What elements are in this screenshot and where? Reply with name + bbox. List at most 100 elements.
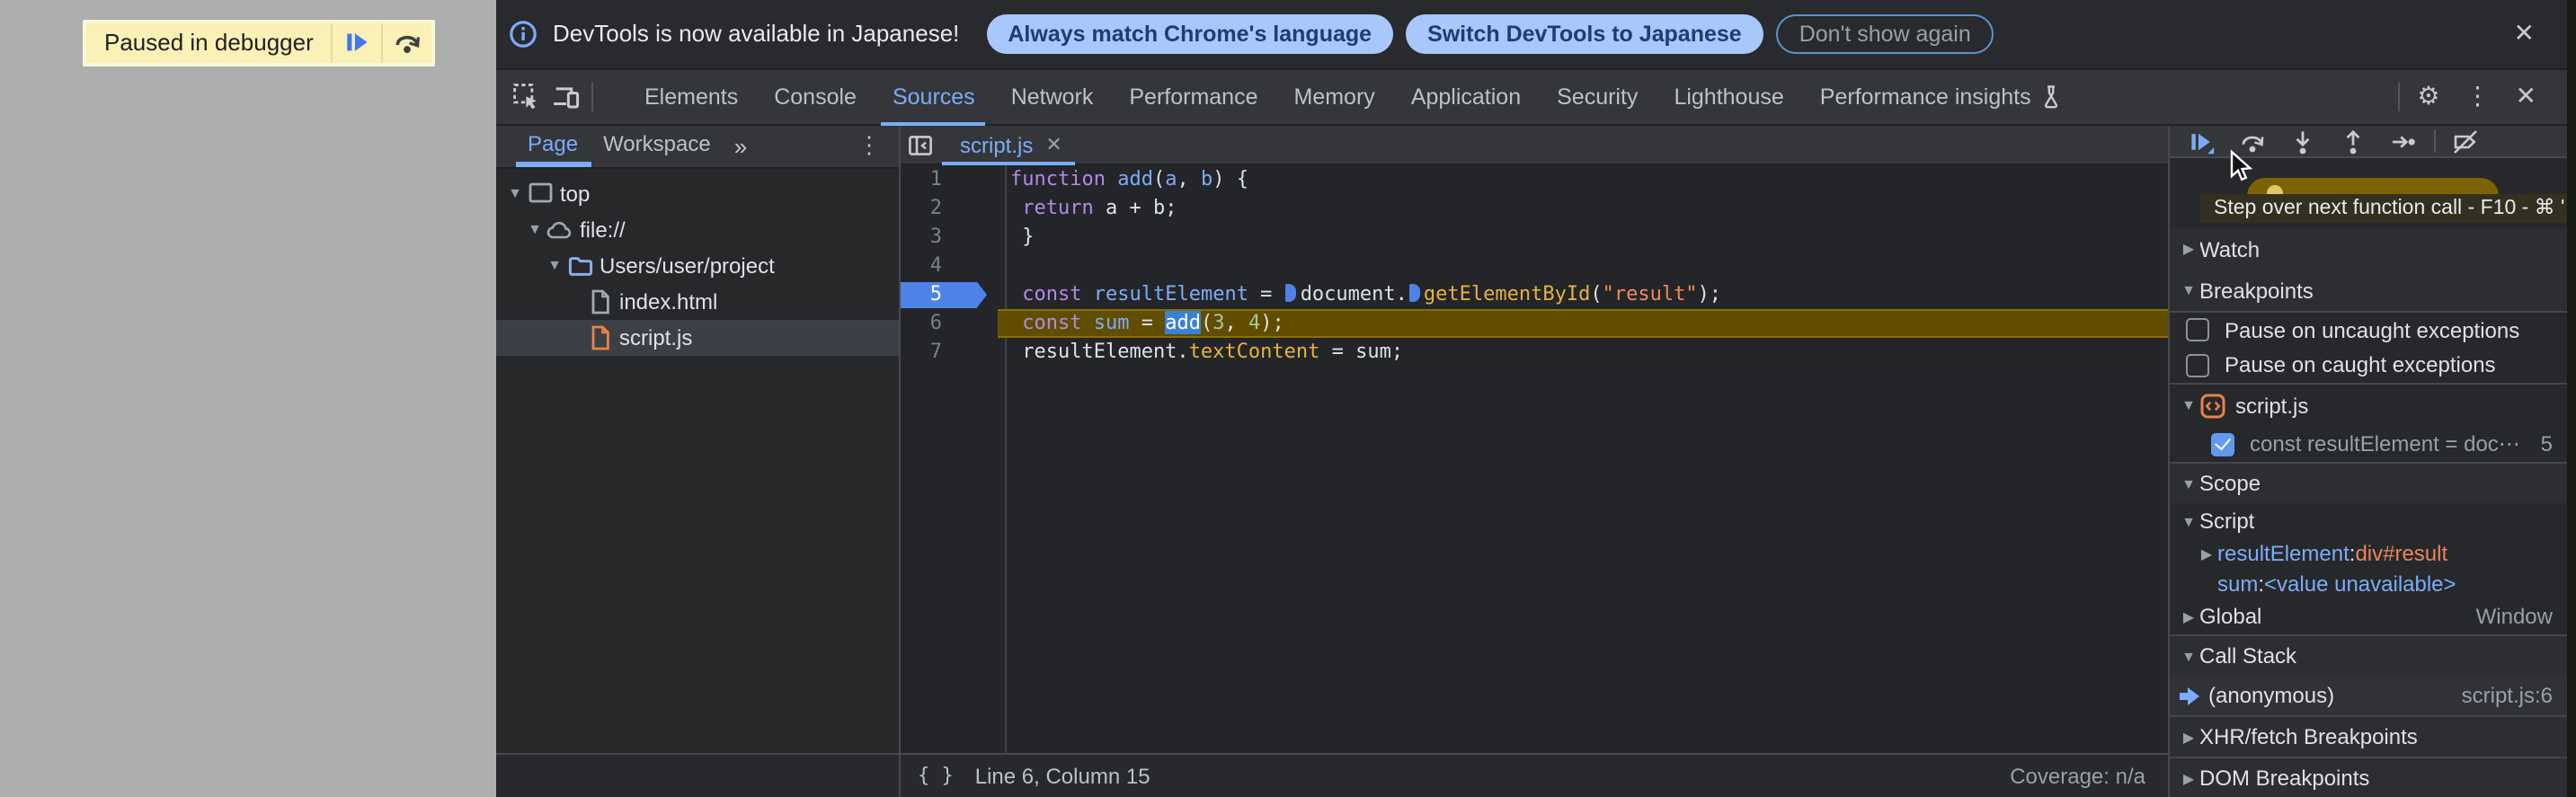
code-line-7[interactable]: 7 resultElement.textContent = sum;: [899, 338, 2167, 367]
disclosure-down-icon[interactable]: ▼: [2178, 397, 2199, 413]
step-into-button[interactable]: [2277, 125, 2327, 157]
pause-on-caught-exceptions-row[interactable]: Pause on caught exceptions: [2167, 347, 2567, 383]
code-line-6[interactable]: 6 const sum = add(3, 4);: [899, 309, 2167, 338]
always-match-language-button[interactable]: Always match Chrome's language: [986, 13, 1394, 54]
switch-devtools-japanese-button[interactable]: Switch DevTools to Japanese: [1406, 13, 1763, 54]
more-tabs-chevron-icon[interactable]: »: [724, 132, 758, 166]
tree-item-file-[interactable]: ▼ file://: [495, 211, 899, 247]
pretty-print-icon[interactable]: { }: [918, 765, 954, 788]
checkbox[interactable]: [2185, 318, 2208, 341]
dont-show-again-button[interactable]: Don't show again: [1775, 13, 1994, 54]
property-value: div#result: [2355, 541, 2448, 567]
tab-sources[interactable]: Sources: [875, 69, 993, 126]
xhr-fetch-breakpoints-row[interactable]: ▶ XHR/fetch Breakpoints: [2167, 715, 2567, 757]
tab-network[interactable]: Network: [993, 69, 1112, 126]
code-token: function: [1010, 167, 1106, 190]
tab-memory[interactable]: Memory: [1276, 69, 1393, 126]
tab-application[interactable]: Application: [1393, 69, 1539, 126]
code-token: add: [1165, 311, 1201, 334]
tree-item-index-html[interactable]: index.html: [495, 283, 899, 319]
tab-lighthouse[interactable]: Lighthouse: [1656, 69, 1801, 126]
watch-row[interactable]: ▶ Watch: [2167, 228, 2567, 270]
disclosure-right-icon[interactable]: ▶: [2178, 608, 2199, 624]
breakpoints-row[interactable]: ▼ Breakpoints: [2167, 270, 2567, 311]
line-number[interactable]: 2: [899, 194, 1005, 223]
script-row[interactable]: ▼ Script: [2167, 503, 2567, 539]
step-out-button[interactable]: [2327, 125, 2377, 157]
tab-workspace[interactable]: Workspace: [591, 123, 724, 166]
step-over-button[interactable]: [384, 23, 432, 62]
code-line-2[interactable]: 2 return a + b;: [899, 194, 2167, 223]
disclosure-down-icon[interactable]: ▼: [2178, 648, 2199, 664]
line-number[interactable]: 6: [899, 309, 1005, 338]
disclosure-down-icon[interactable]: ▼: [2178, 513, 2199, 529]
tab-page[interactable]: Page: [515, 123, 591, 166]
pane-divider[interactable]: [2167, 126, 2169, 797]
devtools-close-icon[interactable]: ✕: [2503, 78, 2549, 116]
expand-arrow-icon[interactable]: ▼: [526, 221, 544, 237]
deactivate-breakpoints-button[interactable]: [2440, 125, 2491, 157]
expand-arrow-icon[interactable]: ▼: [506, 185, 524, 201]
checkbox-label: Pause on uncaught exceptions: [2225, 317, 2520, 342]
coverage-label: Coverage: n/a: [2010, 763, 2145, 789]
tab-performance[interactable]: Performance: [1111, 69, 1275, 126]
code-line-1[interactable]: 1 function add(a, b) {: [899, 165, 2167, 194]
disclosure-right-icon[interactable]: ▶: [2178, 729, 2199, 745]
toggle-navigator-icon[interactable]: [899, 132, 942, 157]
resume-button[interactable]: [2176, 125, 2226, 157]
tab-performance-insights[interactable]: Performance insights: [1802, 69, 2080, 126]
disclosure-right-icon[interactable]: ▶: [2178, 241, 2199, 257]
resume-script-button[interactable]: [333, 23, 382, 62]
disclosure-right-icon[interactable]: ▶: [2178, 770, 2199, 786]
-anonymous--row[interactable]: (anonymous) script.js:6: [2167, 676, 2567, 715]
line-number[interactable]: 1: [899, 165, 1005, 194]
code-line-3[interactable]: 3 }: [899, 223, 2167, 252]
inspect-element-button[interactable]: [506, 79, 546, 115]
settings-gear-icon[interactable]: ⚙: [2404, 78, 2452, 116]
line-number[interactable]: 3: [899, 223, 1005, 252]
breakpoint-marker[interactable]: 5: [899, 280, 1005, 309]
sum-row[interactable]: sum: <value unavailable>: [2167, 569, 2567, 598]
editor-tabstrip: script.js ✕: [899, 126, 2167, 165]
line-number[interactable]: 7: [899, 338, 1005, 367]
tab-elements[interactable]: Elements: [626, 69, 756, 126]
code-editor[interactable]: 1 function add(a, b) {2 return a + b; 3 } 4…: [899, 165, 2167, 753]
resultelement-row[interactable]: ▶ resultElement: div#result: [2167, 539, 2567, 569]
inline-breakpoint-marker-icon[interactable]: [1285, 284, 1297, 302]
disclosure-down-icon[interactable]: ▼: [2178, 475, 2199, 491]
scope-row[interactable]: ▼ Scope: [2167, 462, 2567, 503]
tab-console[interactable]: Console: [756, 69, 875, 126]
editor-tab-close-icon[interactable]: ✕: [1045, 133, 1061, 156]
editor-tab-scriptjs[interactable]: script.js ✕: [942, 125, 1075, 164]
disclosure-right-icon[interactable]: ▶: [2196, 546, 2217, 562]
step-button[interactable]: [2377, 125, 2428, 157]
expand-arrow-icon[interactable]: ▼: [546, 257, 564, 273]
device-toolbar-button[interactable]: [546, 79, 585, 115]
tree-item-users-user-project[interactable]: ▼ Users/user/project: [495, 247, 899, 283]
inline-breakpoint-marker-icon[interactable]: [1408, 284, 1420, 302]
kebab-menu-icon[interactable]: ⋮: [2453, 78, 2503, 116]
code-token: ) {: [1212, 167, 1248, 190]
pause-on-uncaught-exceptions-row[interactable]: Pause on uncaught exceptions: [2167, 311, 2567, 347]
code-line-4[interactable]: 4: [899, 252, 2167, 280]
code-text: }: [1005, 223, 2167, 252]
disclosure-down-icon[interactable]: ▼: [2178, 282, 2199, 298]
checkbox[interactable]: [2185, 353, 2208, 376]
global-row[interactable]: ▶ Global Window: [2167, 598, 2567, 634]
code-line-5[interactable]: 5 const resultElement = document. getElem…: [899, 280, 2167, 309]
infobar-message: DevTools is now available in Japanese!: [553, 20, 960, 48]
breakpoint-checkbox[interactable]: [2210, 432, 2234, 456]
const-resultelement-doc--row[interactable]: const resultElement = doc⋯ 5: [2167, 426, 2567, 462]
line-number[interactable]: 4: [899, 252, 1005, 280]
pane-divider[interactable]: [899, 126, 901, 797]
script-js-row[interactable]: ▼ script.js: [2167, 383, 2567, 426]
navigator-kebab-icon[interactable]: ⋮: [847, 130, 892, 166]
tree-item-script-js[interactable]: script.js: [495, 319, 899, 355]
tab-security[interactable]: Security: [1539, 69, 1656, 126]
call-stack-row[interactable]: ▼ Call Stack: [2167, 634, 2567, 676]
infobar-close-icon[interactable]: ✕: [2507, 15, 2542, 53]
tree-item-top[interactable]: ▼ top: [495, 175, 899, 211]
code-text: resultElement.textContent = sum;: [1005, 338, 2167, 367]
dom-breakpoints-row[interactable]: ▶ DOM Breakpoints: [2167, 757, 2567, 797]
